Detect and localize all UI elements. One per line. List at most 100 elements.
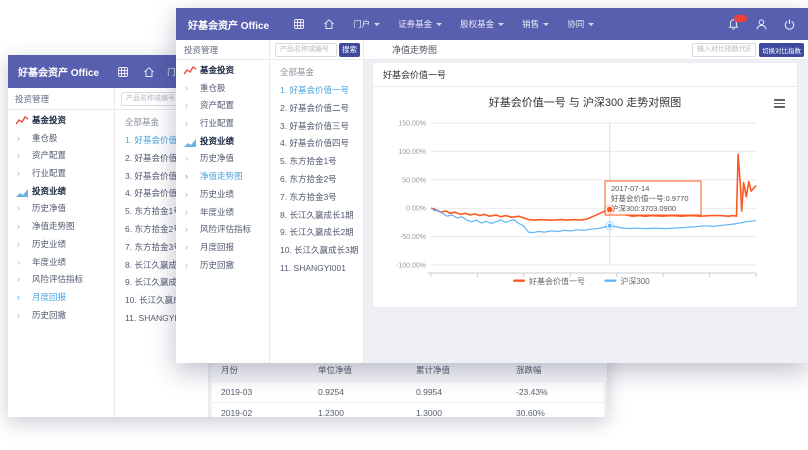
- bell-icon[interactable]: [727, 14, 747, 31]
- nav-item[interactable]: 证券基金: [398, 18, 443, 30]
- sidebar-menu-item[interactable]: › 月度回报: [176, 239, 269, 257]
- fund-list-item[interactable]: 2. 好基会价值二号: [270, 100, 363, 118]
- sidebar-menu-item[interactable]: › 历史业绩: [176, 186, 269, 204]
- chevron-down-icon: [588, 22, 595, 29]
- table-row[interactable]: 2019-02 1.2300 1.3000 30.60%: [212, 402, 607, 417]
- nav-item[interactable]: 门户: [353, 18, 381, 30]
- cell-cumulative-nav: 0.9954: [407, 381, 507, 403]
- chevron-right-icon: ›: [185, 259, 188, 270]
- apps-grid-icon[interactable]: [117, 66, 129, 78]
- area-chart-icon: [16, 188, 28, 197]
- trend-line-icon: [16, 116, 29, 125]
- chevron-right-icon: ›: [185, 171, 188, 182]
- nav-item-label: 销售: [522, 19, 540, 29]
- fund-list-item[interactable]: 10. 长江久赢成长3期: [270, 242, 363, 260]
- table-header-row: 月份 单位净值 累计净值 涨跌幅: [212, 360, 607, 382]
- sidebar-menu-item-label: 年度业绩: [32, 256, 67, 267]
- chevron-right-icon: ›: [185, 188, 188, 199]
- sidebar-menu-item-label: 资产配置: [32, 150, 67, 161]
- sidebar-menu-item[interactable]: › 投资业绩: [8, 183, 114, 201]
- sidebar-menu-item[interactable]: › 历史回撤: [176, 257, 269, 275]
- chevron-right-icon: ›: [17, 274, 20, 285]
- sidebar-menu-item[interactable]: › 年度业绩: [176, 204, 269, 222]
- nav-item[interactable]: 股权基金: [460, 18, 505, 30]
- sidebar-menu-item[interactable]: › 资产配置: [176, 97, 269, 115]
- sidebar-menu-item[interactable]: › 年度业绩: [8, 254, 114, 272]
- sidebar-menu-item[interactable]: › 基金投资: [176, 62, 269, 80]
- fund-list-item[interactable]: 1. 好基会价值一号: [270, 82, 363, 100]
- sidebar-menu-item-label: 行业配置: [32, 168, 67, 179]
- app-title: 好基会资产 Office: [188, 20, 270, 32]
- home-icon[interactable]: [323, 18, 335, 30]
- fund-list-item[interactable]: 3. 好基会价值三号: [270, 118, 363, 136]
- nav-item[interactable]: 协同: [567, 18, 595, 30]
- table-body: 2019-03 0.9254 0.9954 -23.43% 2019-02 1.…: [212, 381, 607, 417]
- fund-name: 8. 长江久赢成长1期: [280, 209, 354, 220]
- sidebar-menu-item[interactable]: › 行业配置: [8, 165, 114, 183]
- fund-name: 5. 东方拾金1号: [125, 206, 182, 217]
- section-title: 投资管理: [184, 44, 219, 55]
- trend-comparison-chart[interactable]: 好基会价值一号 与 沪深300 走势对照图 150.00% 100.00% 50.00…: [373, 87, 797, 307]
- table-header-cell: 单位净值: [309, 360, 407, 382]
- user-icon[interactable]: [755, 18, 768, 31]
- search-button[interactable]: 搜索: [339, 42, 360, 57]
- fund-name: 6. 东方拾金2号: [280, 173, 337, 184]
- monthly-return-table: 月份 单位净值 累计净值 涨跌幅 2019-03 0.9254 0.9954 -23.…: [212, 360, 607, 417]
- table-row[interactable]: 2019-03 0.9254 0.9954 -23.43%: [212, 381, 607, 403]
- svg-text:2017-07-14: 2017-07-14: [611, 184, 649, 193]
- sidebar-menu-item[interactable]: › 资产配置: [8, 147, 114, 165]
- sidebar-menu-item[interactable]: › 风险评估指标: [8, 271, 114, 289]
- sidebar-menu-item[interactable]: › 风险评估指标: [176, 221, 269, 239]
- nav-item-label: 证券基金: [398, 19, 433, 29]
- fund-name: 10. 长江久赢成长3期: [280, 245, 359, 256]
- search-input[interactable]: [275, 42, 337, 57]
- compare-index-input[interactable]: [692, 42, 756, 57]
- front-sidebar-menu: › 基金投资 › 重仓股 › 资产配置: [176, 60, 270, 363]
- fund-name: 9. 长江久赢成长2期: [280, 227, 354, 238]
- apps-grid-icon[interactable]: [293, 18, 305, 30]
- fund-list-item[interactable]: 7. 东方拾金3号: [270, 189, 363, 207]
- nav-items: 门户 证券基金 股权基金 销售 协同: [353, 18, 595, 30]
- cell-unit-nav: 1.2300: [309, 402, 407, 417]
- sidebar-menu-item[interactable]: › 重仓股: [8, 130, 114, 148]
- sidebar-menu-item-label: 投资业绩: [200, 135, 235, 146]
- fund-name: 6. 东方拾金2号: [125, 223, 182, 234]
- sidebar-menu-item[interactable]: › 历史净值: [8, 200, 114, 218]
- fund-list-item[interactable]: 9. 长江久赢成长2期: [270, 224, 363, 242]
- svg-text:100.00%: 100.00%: [398, 149, 426, 156]
- sidebar-menu-item-label: 重仓股: [32, 132, 58, 143]
- sidebar-menu-item[interactable]: › 基金投资: [8, 112, 114, 130]
- chevron-down-icon: [436, 22, 443, 29]
- cell-month: 2019-02: [212, 402, 309, 417]
- sidebar-menu-item[interactable]: › 净值走势图: [176, 168, 269, 186]
- chevron-right-icon: ›: [185, 224, 188, 235]
- sidebar-menu-item[interactable]: › 月度回报: [8, 289, 114, 307]
- top-nav: 门户 证券基金 股权基金 销售 协同: [293, 18, 595, 30]
- sidebar-menu-item[interactable]: › 投资业绩: [176, 133, 269, 151]
- sidebar-menu-item[interactable]: › 净值走势图: [8, 218, 114, 236]
- sidebar-menu-item[interactable]: › 历史业绩: [8, 236, 114, 254]
- svg-text:150.00%: 150.00%: [398, 121, 426, 128]
- home-icon[interactable]: [143, 66, 155, 78]
- notification-badge: [734, 14, 747, 22]
- sidebar-menu-item[interactable]: › 历史回撤: [8, 307, 114, 325]
- fund-list-items: 1. 好基会价值一号 2. 好基会价值二号 3. 好基会价值三号 4. 好基会价…: [270, 82, 363, 278]
- sidebar-menu-item-label: 行业配置: [200, 118, 235, 129]
- fund-list-item[interactable]: 11. SHANGYI001: [270, 260, 363, 278]
- fund-list-item[interactable]: 8. 长江久赢成长1期: [270, 207, 363, 225]
- switch-compare-index-button[interactable]: 切换对比指数: [759, 42, 804, 57]
- fund-list-item[interactable]: 4. 好基会价值四号: [270, 135, 363, 153]
- sidebar-menu-item[interactable]: › 重仓股: [176, 80, 269, 98]
- fund-list-item[interactable]: 6. 东方拾金2号: [270, 171, 363, 189]
- sidebar-menu-item[interactable]: › 行业配置: [176, 115, 269, 133]
- fund-list-item[interactable]: 5. 东方拾金1号: [270, 153, 363, 171]
- sidebar-menu-item-label: 月度回报: [200, 241, 235, 252]
- fund-name: 1. 好基会价值一号: [280, 85, 349, 95]
- trend-line-icon: [184, 66, 197, 75]
- nav-item[interactable]: 销售: [522, 18, 550, 30]
- chevron-down-icon: [374, 22, 381, 29]
- sidebar-menu-item[interactable]: › 历史净值: [176, 150, 269, 168]
- chart-menu-icon[interactable]: [774, 99, 785, 110]
- power-icon[interactable]: [783, 18, 796, 31]
- sidebar-menu-item-label: 净值走势图: [32, 221, 75, 232]
